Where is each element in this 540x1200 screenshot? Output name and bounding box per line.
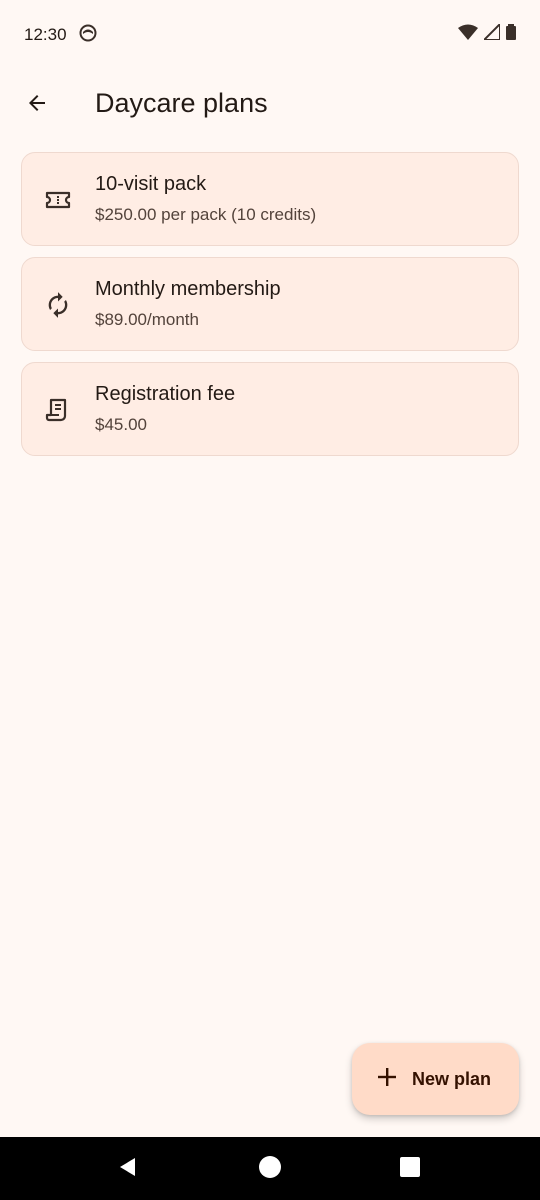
wifi-icon [458, 24, 478, 45]
ticket-icon [44, 186, 72, 214]
top-app-bar: Daycare plans [0, 70, 540, 140]
status-time: 12:30 [24, 25, 67, 44]
nav-back-button[interactable] [110, 1151, 146, 1187]
plan-title: Monthly membership [95, 278, 281, 300]
plan-price: $45.00 [95, 415, 147, 434]
plan-title: Registration fee [95, 383, 236, 405]
plan-price: $250.00 per pack (10 credits) [95, 205, 317, 224]
autorenew-icon [44, 291, 72, 319]
plan-price: $89.00/month [95, 310, 199, 329]
plan-card-monthly-membership[interactable]: Monthly membership $89.00/month [21, 257, 519, 351]
new-plan-button[interactable]: New plan [352, 1043, 519, 1115]
nav-recents-button[interactable] [392, 1151, 428, 1187]
battery-icon [506, 24, 516, 45]
plan-card-registration-fee[interactable]: Registration fee $45.00 [21, 362, 519, 456]
plan-title: 10-visit pack [95, 173, 207, 195]
cell-signal-icon [481, 21, 501, 45]
system-nav-bar [0, 1137, 540, 1200]
status-bar: 12:30 [0, 0, 540, 70]
app-notification-icon [79, 24, 97, 47]
plan-card-10-visit-pack[interactable]: 10-visit pack $250.00 per pack (10 credi… [21, 152, 519, 246]
new-plan-label: New plan [412, 1068, 492, 1089]
triangle-back-icon [117, 1156, 139, 1183]
receipt-icon [44, 396, 72, 424]
back-button[interactable] [14, 82, 60, 128]
plans-list: 10-visit pack $250.00 per pack (10 credi… [21, 152, 519, 467]
page-title: Daycare plans [95, 88, 268, 118]
status-icons [458, 21, 516, 45]
nav-home-button[interactable] [252, 1151, 288, 1187]
arrow-back-icon [25, 91, 49, 120]
circle-home-icon [258, 1155, 282, 1184]
square-recents-icon [400, 1156, 420, 1182]
plus-icon [376, 1066, 398, 1093]
